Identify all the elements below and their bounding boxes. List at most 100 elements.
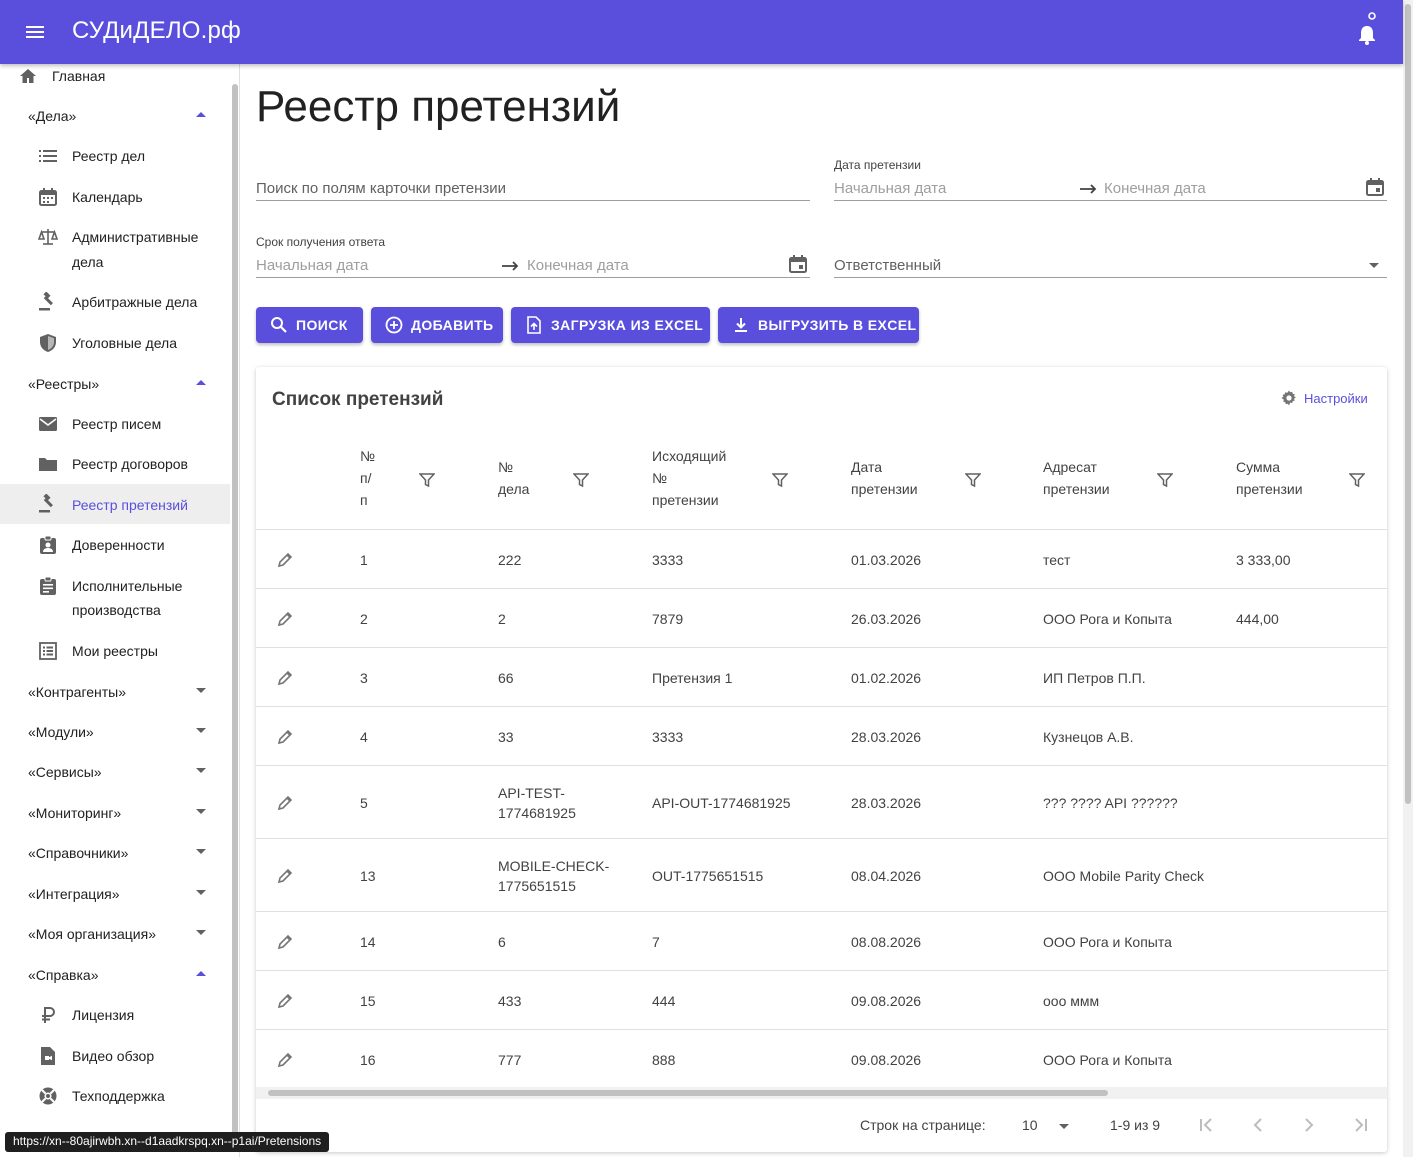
group-label: «Справка» (28, 967, 99, 983)
claim-date-range[interactable]: Дата претензии Начальная дата Конечная д… (834, 158, 1387, 201)
sidebar-item-home[interactable]: Главная (0, 64, 230, 88)
edit-icon[interactable] (276, 933, 294, 951)
edit-icon[interactable] (276, 992, 294, 1010)
chevron-down-icon[interactable] (1059, 1124, 1069, 1129)
group-label: «Модули» (28, 724, 94, 740)
sidebar-group-directories[interactable]: «Справочники» (0, 843, 230, 863)
app-title[interactable]: СУДиДЕЛО.рф (72, 17, 241, 45)
import-excel-label: ЗАГРУЗКА ИЗ EXCEL (551, 317, 704, 333)
search-input[interactable]: Поиск по полям карточки претензии (256, 174, 810, 201)
response-date-range[interactable]: Срок получения ответа Начальная дата Кон… (256, 235, 810, 278)
col-num-header: № п/п (360, 448, 376, 508)
last-page-icon[interactable] (1351, 1115, 1371, 1135)
sidebar-group-integration[interactable]: «Интеграция» (0, 884, 230, 904)
sidebar-item-label: Административные (72, 229, 199, 245)
add-button[interactable]: ДОБАВИТЬ (371, 307, 503, 343)
table-row[interactable]: 15 433 444 09.08.2026 ооо ммм (256, 970, 1387, 1029)
export-excel-button[interactable]: ВЫГРУЗИТЬ В EXCEL (718, 307, 919, 343)
sidebar-group-help[interactable]: «Справка» (0, 965, 230, 985)
sidebar-item-calendar[interactable]: Календарь (0, 185, 230, 209)
cell-case: API-TEST- 1774681925 (498, 783, 576, 823)
sidebar-item-claims[interactable]: Реестр претензий (0, 484, 230, 524)
prev-page-icon[interactable] (1248, 1115, 1268, 1135)
sidebar-group-registries[interactable]: «Реестры» (0, 374, 230, 394)
notifications-bell-icon[interactable] (1352, 12, 1382, 48)
claim-date-end[interactable]: Конечная дата (1104, 180, 1206, 197)
sidebar-item-powers[interactable]: Доверенности (0, 533, 230, 557)
sidebar-item-administrative[interactable]: Административные дела (0, 225, 230, 275)
table-row[interactable]: 5 API-TEST- 1774681925 API-OUT-1774681925 28… (256, 765, 1387, 838)
lifebuoy-icon (39, 1087, 57, 1105)
responsible-select[interactable]: Ответственный (834, 251, 1387, 278)
rows-per-page-select[interactable]: 10 (1022, 1117, 1038, 1133)
search-button[interactable]: ПОИСК (256, 307, 363, 343)
first-page-icon[interactable] (1196, 1115, 1216, 1135)
folder-icon (39, 458, 57, 471)
chevron-down-icon (1369, 263, 1379, 268)
table-row[interactable]: 13 MOBILE-CHECK- 1775651515 OUT-1775651515 0… (256, 838, 1387, 911)
sidebar-group-counterparties[interactable]: «Контрагенты» (0, 682, 230, 702)
filter-icon[interactable] (573, 472, 589, 488)
filter-icon[interactable] (1157, 472, 1173, 488)
edit-icon[interactable] (276, 669, 294, 687)
sidebar-item-contracts[interactable]: Реестр договоров (0, 452, 230, 476)
badge-icon (40, 535, 56, 554)
filter-icon[interactable] (419, 472, 435, 488)
calendar-icon[interactable] (1365, 177, 1385, 197)
filter-icon[interactable] (1349, 472, 1365, 488)
sidebar-group-services[interactable]: «Сервисы» (0, 762, 230, 782)
import-excel-button[interactable]: ЗАГРУЗКА ИЗ EXCEL (511, 307, 710, 343)
sidebar-item-criminal[interactable]: Уголовные дела (0, 331, 230, 355)
table-row[interactable]: 14 6 7 08.08.2026 ООО Рога и Копыта (256, 911, 1387, 970)
table-row[interactable]: 4 33 3333 28.03.2026 Кузнецов А.В. (256, 706, 1387, 765)
sidebar-item-case-registry[interactable]: Реестр дел (0, 144, 230, 168)
cell-outgoing: 3333 (652, 551, 684, 568)
sidebar-group-modules[interactable]: «Модули» (0, 722, 230, 742)
sidebar-item-my-registries[interactable]: Мои реестры (0, 639, 230, 663)
chevron-down-icon (196, 930, 206, 935)
sidebar-group-cases[interactable]: «Дела» (0, 106, 230, 126)
cell-outgoing: 888 (652, 1051, 676, 1068)
arrow-right-icon (1080, 184, 1097, 194)
menu-icon[interactable] (22, 20, 50, 44)
edit-icon[interactable] (276, 728, 294, 746)
next-page-icon[interactable] (1299, 1115, 1319, 1135)
table-row[interactable]: 1 222 3333 01.03.2026 тест 3 333,00 (256, 529, 1387, 588)
sidebar-item-label: дела (72, 254, 104, 270)
cell-num: 15 (360, 992, 376, 1009)
sidebar-item-letters[interactable]: Реестр писем (0, 412, 230, 436)
edit-icon[interactable] (276, 1051, 294, 1069)
sidebar-item-license[interactable]: Лицензия (0, 1003, 230, 1027)
filter-icon[interactable] (965, 472, 981, 488)
sidebar-item-label: Исполнительные (72, 578, 183, 594)
table-horizontal-scrollbar[interactable] (256, 1087, 1387, 1099)
cell-addressee: ИП Петров П.П. (1043, 669, 1146, 686)
settings-button[interactable]: Настройки (1280, 389, 1368, 407)
table-row[interactable]: 3 66 Претензия 1 01.02.2026 ИП Петров П.П. (256, 647, 1387, 706)
cell-outgoing: API-OUT-1774681925 (652, 794, 791, 811)
chevron-up-icon (196, 380, 206, 385)
sidebar-item-video[interactable]: Видео обзор (0, 1044, 230, 1068)
sidebar-item-arbitration[interactable]: Арбитражные дела (0, 290, 230, 314)
sidebar-item-support[interactable]: Техподдержка (0, 1084, 230, 1108)
page-scrollbar[interactable] (1403, 0, 1413, 1157)
sidebar-group-my-organization[interactable]: «Моя организация» (0, 924, 230, 944)
sidebar-scrollbar[interactable] (230, 64, 240, 1157)
claim-date-start[interactable]: Начальная дата (834, 180, 946, 197)
pagination-range: 1-9 из 9 (1110, 1117, 1161, 1133)
sidebar-group-monitoring[interactable]: «Мониторинг» (0, 803, 230, 823)
sidebar-item-label: Реестр дел (72, 148, 146, 164)
edit-icon[interactable] (276, 610, 294, 628)
table-row[interactable]: 2 2 7879 26.03.2026 ООО Рога и Копыта 444,00 (256, 588, 1387, 647)
col-amount-header: Сумма претензии (1236, 459, 1303, 497)
file-upload-icon (527, 316, 541, 334)
edit-icon[interactable] (276, 794, 294, 812)
response-date-start[interactable]: Начальная дата (256, 257, 368, 274)
edit-icon[interactable] (276, 551, 294, 569)
response-date-end[interactable]: Конечная дата (527, 257, 629, 274)
table-row[interactable]: 16 777 888 09.08.2026 ООО Рога и Копыта (256, 1029, 1387, 1088)
calendar-icon[interactable] (788, 254, 808, 274)
filter-icon[interactable] (772, 472, 788, 488)
edit-icon[interactable] (276, 867, 294, 885)
sidebar-item-enforcement[interactable]: Исполнительные производства (0, 574, 230, 624)
